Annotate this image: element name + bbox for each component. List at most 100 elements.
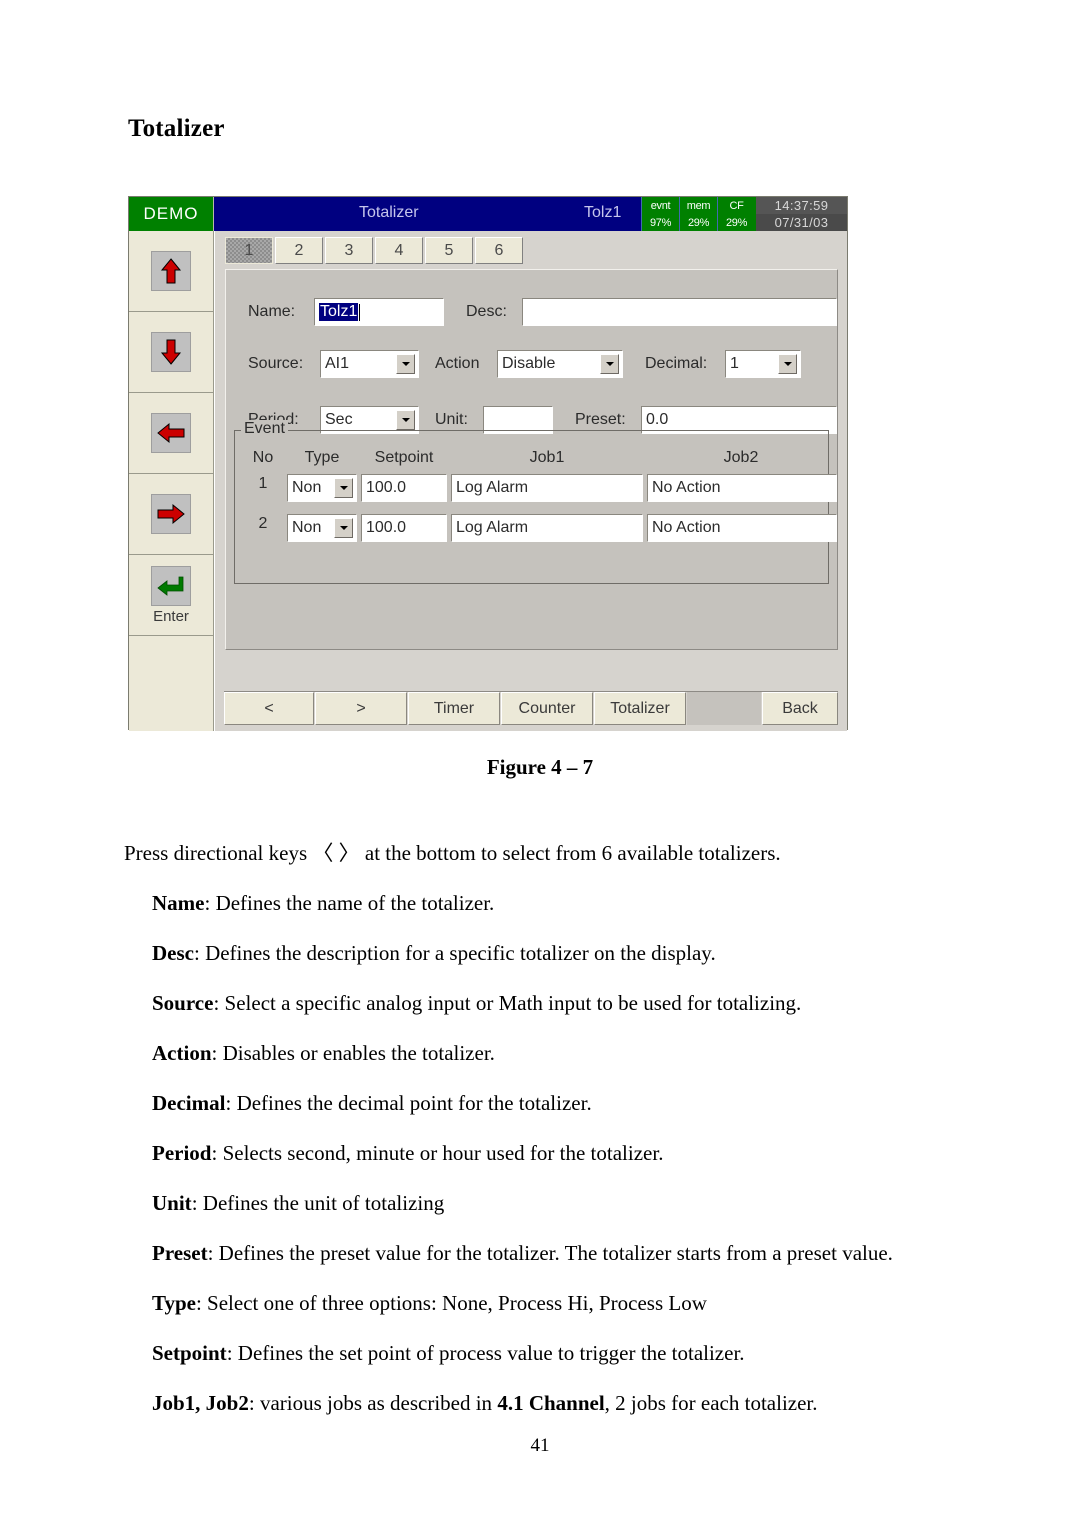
action-label: Action xyxy=(435,355,480,372)
totalizer-form-panel: Name: Tolz1 Desc: Source: AI1 Action Dis… xyxy=(225,269,838,650)
event-row-2: 2 Non 100.0 Log Alarm No Action xyxy=(235,514,837,545)
status-evnt-value: 97% xyxy=(649,216,672,229)
paragraph-jobs: Job1, Job2: various jobs as described in… xyxy=(152,1391,818,1415)
source-select[interactable]: AI1 xyxy=(320,350,419,378)
action-select[interactable]: Disable xyxy=(497,350,623,378)
tab-2[interactable]: 2 xyxy=(275,237,323,264)
desc-input[interactable] xyxy=(522,298,837,326)
totalizer-button[interactable]: Totalizer xyxy=(594,692,686,725)
tab-1[interactable]: 1 xyxy=(225,237,273,264)
left-arrow-icon xyxy=(151,413,191,453)
chevron-down-icon[interactable] xyxy=(334,478,353,498)
screen-title: Totalizer xyxy=(359,204,419,221)
status-indicators: evnt 97% mem 29% CF 29% xyxy=(641,197,755,231)
event-row-2-job2-input[interactable]: No Action xyxy=(647,514,837,542)
event-row-1-job1-value: Log Alarm xyxy=(456,479,529,496)
clock-time: 14:37:59 xyxy=(756,197,847,214)
key-enter[interactable]: Enter xyxy=(129,555,213,636)
next-button[interactable]: > xyxy=(315,692,407,725)
name-input[interactable]: Tolz1 xyxy=(314,298,444,326)
event-row-2-setpoint-input[interactable]: 100.0 xyxy=(361,514,447,542)
up-arrow-icon xyxy=(151,251,191,291)
timer-button[interactable]: Timer xyxy=(408,692,500,725)
event-row-1-job2-value: No Action xyxy=(652,479,721,496)
preset-input-value: 0.0 xyxy=(646,411,669,428)
device-body: Enter 1 2 3 4 5 6 Name: Tolz1 Desc: Sour… xyxy=(129,231,847,731)
event-row-2-job1-value: Log Alarm xyxy=(456,519,529,536)
tab-5[interactable]: 5 xyxy=(425,237,473,264)
period-select-value: Sec xyxy=(325,411,353,428)
chevron-down-icon[interactable] xyxy=(396,410,415,430)
titlebar-main: Totalizer Tolz1 xyxy=(214,197,641,231)
paragraph-source: Source: Select a specific analog input o… xyxy=(152,991,802,1015)
key-enter-label: Enter xyxy=(153,607,189,625)
event-row-1-type-value: Non xyxy=(292,479,322,496)
prev-button[interactable]: < xyxy=(224,692,314,725)
event-row-1-job2-input[interactable]: No Action xyxy=(647,474,837,502)
paragraph-action: Action: Disables or enables the totalize… xyxy=(152,1041,495,1065)
device-screen: 1 2 3 4 5 6 Name: Tolz1 Desc: Source: AI… xyxy=(214,231,847,731)
paragraph-period: Period: Selects second, minute or hour u… xyxy=(152,1141,664,1165)
decimal-select[interactable]: 1 xyxy=(725,350,801,378)
chevron-down-icon[interactable] xyxy=(778,354,797,374)
clock-display: 14:37:59 07/31/03 xyxy=(755,197,847,231)
key-down[interactable] xyxy=(129,312,213,393)
clock-date: 07/31/03 xyxy=(756,214,847,231)
right-arrow-icon xyxy=(151,494,191,534)
event-row-1-job1-input[interactable]: Log Alarm xyxy=(451,474,643,502)
event-row-2-type-select[interactable]: Non xyxy=(287,514,357,542)
back-button[interactable]: Back xyxy=(762,692,838,725)
blank-button xyxy=(687,692,761,725)
event-group: Event No Type Setpoint Job1 Job2 1 Non 1… xyxy=(234,420,837,584)
paragraph-intro: Press directional keys 〈 〉 at the bottom… xyxy=(124,841,781,865)
tabstrip: 1 2 3 4 5 6 xyxy=(225,237,525,265)
key-right[interactable] xyxy=(129,474,213,555)
page-number: 41 xyxy=(530,1435,550,1456)
status-mem: mem 29% xyxy=(679,197,717,231)
status-cf-value: 29% xyxy=(725,216,748,229)
desc-label: Desc: xyxy=(466,303,507,320)
event-row-1-setpoint-value: 100.0 xyxy=(366,479,407,496)
preset-label: Preset: xyxy=(575,411,626,428)
decimal-select-value: 1 xyxy=(730,355,739,372)
status-cf: CF 29% xyxy=(717,197,755,231)
tab-3[interactable]: 3 xyxy=(325,237,373,264)
chevron-down-icon[interactable] xyxy=(396,354,415,374)
event-row-2-job1-input[interactable]: Log Alarm xyxy=(451,514,643,542)
event-row-2-job2-value: No Action xyxy=(652,519,721,536)
col-setpoint: Setpoint xyxy=(374,449,434,466)
event-row-1-no: 1 xyxy=(258,475,268,492)
keypad: Enter xyxy=(129,231,214,731)
page-title: Totalizer xyxy=(128,115,225,142)
name-input-value: Tolz1 xyxy=(319,303,359,321)
tab-6[interactable]: 6 xyxy=(475,237,523,264)
text-caret xyxy=(359,303,361,321)
status-evnt: evnt 97% xyxy=(641,197,679,231)
document-page: Totalizer DEMO Totalizer Tolz1 evnt 97% … xyxy=(0,0,1080,1528)
key-up[interactable] xyxy=(129,231,213,312)
chevron-down-icon[interactable] xyxy=(600,354,619,374)
event-row-1: 1 Non 100.0 Log Alarm No Action xyxy=(235,474,837,505)
paragraph-setpoint: Setpoint: Defines the set point of proce… xyxy=(152,1341,745,1365)
event-row-2-no: 2 xyxy=(258,515,268,532)
event-row-1-type-select[interactable]: Non xyxy=(287,474,357,502)
demo-badge: DEMO xyxy=(129,197,214,231)
unit-label: Unit: xyxy=(435,411,468,428)
paragraph-preset: Preset: Defines the preset value for the… xyxy=(152,1241,893,1265)
col-job2: Job2 xyxy=(723,449,759,466)
enter-arrow-icon xyxy=(151,565,191,606)
event-row-1-setpoint-input[interactable]: 100.0 xyxy=(361,474,447,502)
event-row-2-type-value: Non xyxy=(292,519,322,536)
chevron-down-icon[interactable] xyxy=(334,518,353,538)
source-select-value: AI1 xyxy=(325,355,350,372)
key-left[interactable] xyxy=(129,393,213,474)
paragraph-unit: Unit: Defines the unit of totalizing xyxy=(152,1191,445,1215)
paragraph-name: Name: Defines the name of the totalizer. xyxy=(152,891,495,915)
down-arrow-icon xyxy=(151,332,191,372)
tab-4[interactable]: 4 xyxy=(375,237,423,264)
paragraph-type: Type: Select one of three options: None,… xyxy=(152,1291,707,1315)
decimal-label: Decimal: xyxy=(645,355,708,372)
figure-caption: Figure 4 – 7 xyxy=(486,755,594,779)
status-mem-value: 29% xyxy=(687,216,710,229)
counter-button[interactable]: Counter xyxy=(501,692,593,725)
